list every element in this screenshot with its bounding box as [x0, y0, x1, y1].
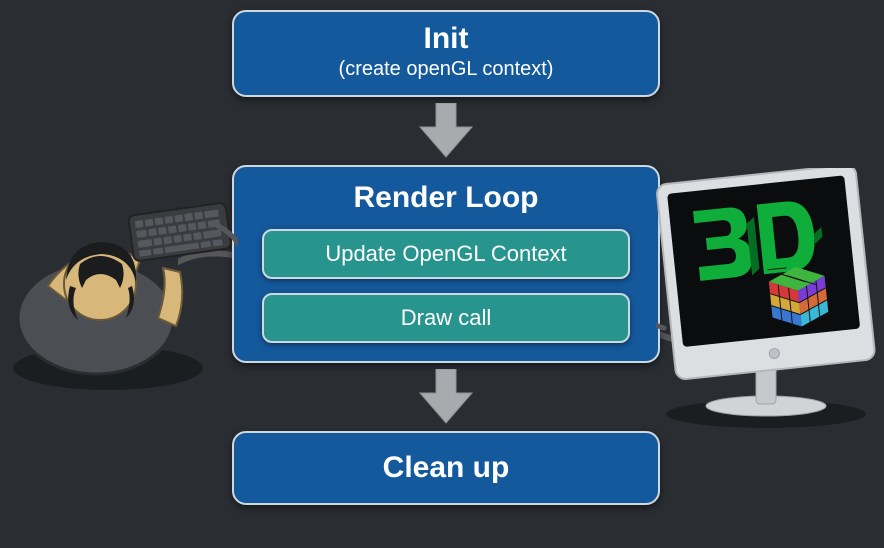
render-loop-box: Render Loop Update OpenGL Context Draw c…	[232, 165, 660, 363]
render-loop-title: Render Loop	[354, 181, 539, 215]
user-keyboard-icon	[8, 168, 238, 398]
monitor-3d-icon	[656, 168, 876, 428]
init-box: Init (create openGL context)	[232, 10, 660, 97]
flow-column: Init (create openGL context) Render Loop…	[232, 10, 660, 505]
arrow-down-icon	[416, 103, 476, 159]
init-title: Init	[254, 22, 638, 56]
cleanup-title: Clean up	[254, 451, 638, 485]
draw-call-step: Draw call	[262, 293, 631, 343]
init-subtitle: (create openGL context)	[254, 58, 638, 81]
cleanup-box: Clean up	[232, 431, 660, 505]
arrow-down-icon	[416, 369, 476, 425]
update-context-step: Update OpenGL Context	[262, 229, 631, 279]
